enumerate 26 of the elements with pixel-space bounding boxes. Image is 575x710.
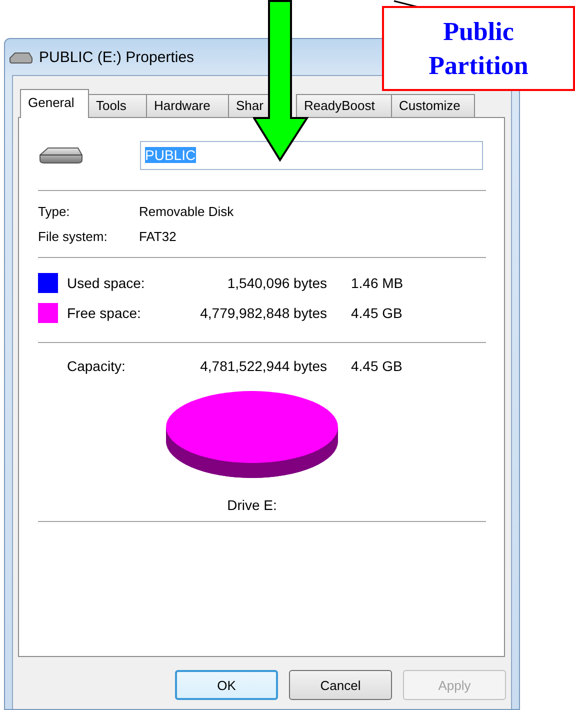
space-size: 1.46 MB <box>351 275 404 291</box>
space-label: Used space: <box>67 275 146 291</box>
drive-icon <box>38 145 84 165</box>
tab[interactable]: ReadyBoost <box>296 94 392 117</box>
field-label: File system: <box>38 229 108 244</box>
dialog-button[interactable]: OK <box>175 670 278 700</box>
tab[interactable]: Hardware <box>146 94 229 117</box>
field-value: FAT32 <box>139 229 178 244</box>
space-bytes: 1,540,096 bytes <box>226 275 327 291</box>
space-label: Capacity: <box>67 358 126 374</box>
callout-text: Public Partition <box>428 16 528 82</box>
window-title: PUBLIC (E:) Properties <box>39 48 194 66</box>
space-bytes: 4,781,522,944 bytes <box>199 358 327 374</box>
drive-label: Drive E: <box>226 497 278 513</box>
field-label: Type: <box>38 204 71 219</box>
dialog-button[interactable]: Cancel <box>289 670 392 700</box>
space-size: 4.45 GB <box>351 358 402 374</box>
tab[interactable]: Customize <box>391 94 475 117</box>
space-bytes: 4,779,982,848 bytes <box>199 305 327 321</box>
space-label: Free space: <box>67 305 142 321</box>
space-size: 4.45 GB <box>351 305 402 321</box>
drive-icon <box>9 50 33 64</box>
tab[interactable]: Shar <box>228 94 269 117</box>
tab[interactable]: Tools <box>88 94 147 117</box>
tab[interactable]: General <box>20 89 89 118</box>
field-value: Removable Disk <box>139 204 235 219</box>
